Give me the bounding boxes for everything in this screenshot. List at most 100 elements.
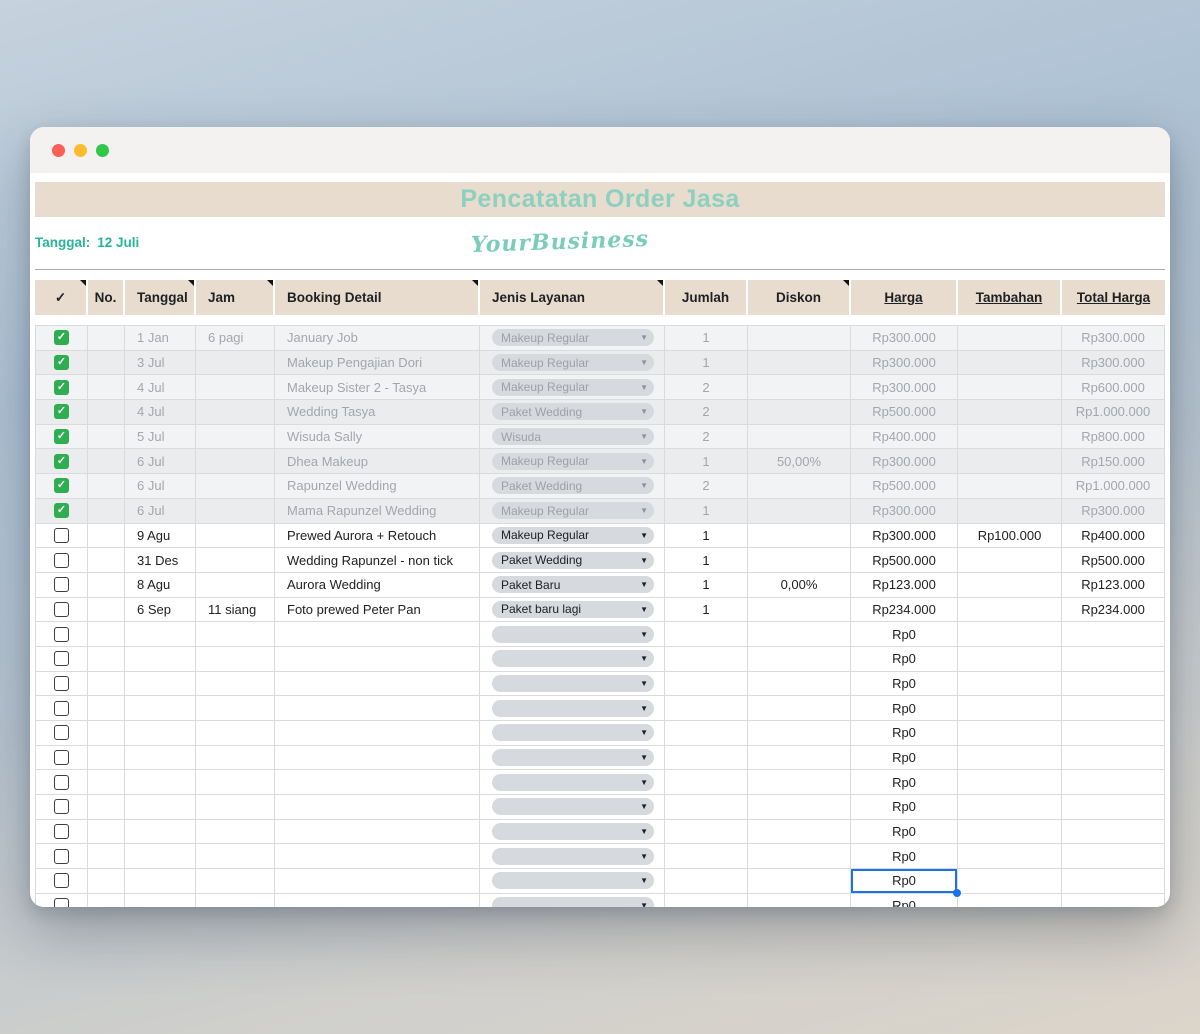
cell-jenis[interactable]: ▼ [480, 893, 665, 907]
cell-check[interactable]: ✓ [35, 424, 88, 449]
cell-diskon[interactable] [748, 498, 851, 523]
cell-check[interactable] [35, 893, 88, 907]
cell-booking[interactable] [275, 819, 480, 844]
cell-check[interactable]: ✓ [35, 326, 88, 350]
column-header-harga[interactable]: Harga [851, 280, 958, 315]
cell-total[interactable]: Rp123.000 [1062, 572, 1165, 597]
cell-check[interactable] [35, 622, 88, 646]
cell-total[interactable]: Rp300.000 [1062, 350, 1165, 375]
row-checkbox[interactable]: ✓ [54, 379, 69, 395]
cell-tanggal[interactable] [125, 770, 196, 795]
cell-check[interactable] [35, 523, 88, 548]
cell-total[interactable] [1062, 721, 1165, 745]
column-header-diskon[interactable]: Diskon [748, 280, 851, 315]
row-checkbox[interactable]: ✓ [54, 478, 69, 494]
cell-diskon[interactable] [748, 721, 851, 745]
cell-booking[interactable] [275, 721, 480, 745]
cell-tanggal[interactable]: 8 Agu [125, 572, 196, 597]
cell-tambahan[interactable] [958, 869, 1062, 893]
row-checkbox[interactable] [54, 700, 69, 716]
cell-check[interactable]: ✓ [35, 474, 88, 498]
cell-booking[interactable] [275, 844, 480, 869]
cell-no[interactable] [88, 869, 125, 893]
cell-jumlah[interactable] [665, 844, 748, 869]
cell-jenis[interactable]: ▼ [480, 721, 665, 745]
cell-harga[interactable]: Rp400.000 [851, 424, 958, 449]
row-checkbox[interactable] [54, 873, 69, 889]
cell-check[interactable] [35, 671, 88, 696]
cell-jam[interactable] [196, 498, 275, 523]
cell-harga[interactable]: Rp300.000 [851, 523, 958, 548]
cell-booking[interactable] [275, 622, 480, 646]
cell-booking[interactable]: Mama Rapunzel Wedding [275, 498, 480, 523]
cell-jam[interactable] [196, 745, 275, 770]
cell-tambahan[interactable] [958, 622, 1062, 646]
cell-booking[interactable]: Makeup Pengajian Dori [275, 350, 480, 375]
cell-jumlah[interactable] [665, 622, 748, 646]
cell-jam[interactable] [196, 622, 275, 646]
cell-check[interactable]: ✓ [35, 350, 88, 375]
cell-no[interactable] [88, 745, 125, 770]
cell-booking[interactable]: Foto prewed Peter Pan [275, 597, 480, 622]
row-checkbox[interactable] [54, 577, 69, 593]
cell-jenis[interactable]: ▼ [480, 819, 665, 844]
cell-tanggal[interactable]: 6 Sep [125, 597, 196, 622]
date-value[interactable]: 12 Juli [97, 235, 139, 250]
cell-tambahan[interactable] [958, 474, 1062, 498]
cell-booking[interactable] [275, 770, 480, 795]
cell-tanggal[interactable] [125, 671, 196, 696]
cell-harga[interactable]: Rp0 [851, 893, 958, 907]
row-checkbox[interactable] [54, 725, 69, 741]
cell-no[interactable] [88, 819, 125, 844]
cell-harga[interactable]: Rp500.000 [851, 400, 958, 424]
cell-check[interactable] [35, 597, 88, 622]
cell-harga[interactable]: Rp300.000 [851, 449, 958, 474]
row-checkbox[interactable] [54, 527, 69, 543]
row-checkbox[interactable] [54, 774, 69, 790]
cell-jam[interactable] [196, 375, 275, 400]
cell-jenis[interactable]: Paket baru lagi ▼ [480, 597, 665, 622]
service-dropdown[interactable]: Makeup Regular ▼ [492, 502, 654, 520]
service-dropdown[interactable]: Makeup Regular ▼ [492, 354, 654, 372]
cell-jenis[interactable]: Makeup Regular ▼ [480, 449, 665, 474]
cell-tanggal[interactable] [125, 745, 196, 770]
row-checkbox[interactable] [54, 848, 69, 864]
cell-tanggal[interactable] [125, 622, 196, 646]
cell-jam[interactable] [196, 795, 275, 819]
cell-total[interactable] [1062, 893, 1165, 907]
close-window-button[interactable] [52, 143, 65, 157]
zoom-window-button[interactable] [96, 143, 109, 157]
cell-booking[interactable] [275, 745, 480, 770]
cell-total[interactable] [1062, 770, 1165, 795]
cell-no[interactable] [88, 671, 125, 696]
row-checkbox[interactable] [54, 799, 69, 815]
cell-jumlah[interactable] [665, 721, 748, 745]
cell-total[interactable]: Rp600.000 [1062, 375, 1165, 400]
cell-total[interactable]: Rp800.000 [1062, 424, 1165, 449]
cell-diskon[interactable] [748, 696, 851, 720]
cell-jumlah[interactable]: 1 [665, 498, 748, 523]
cell-jumlah[interactable]: 1 [665, 350, 748, 375]
cell-jam[interactable] [196, 671, 275, 696]
cell-total[interactable] [1062, 671, 1165, 696]
cell-jam[interactable]: 6 pagi [196, 326, 275, 350]
cell-tanggal[interactable] [125, 646, 196, 671]
cell-harga[interactable]: Rp0 [851, 819, 958, 844]
service-dropdown[interactable]: Makeup Regular ▼ [492, 378, 654, 396]
cell-jenis[interactable]: Makeup Regular ▼ [480, 375, 665, 400]
cell-tambahan[interactable] [958, 721, 1062, 745]
cell-jam[interactable] [196, 572, 275, 597]
service-dropdown[interactable]: Makeup Regular ▼ [492, 452, 654, 470]
cell-check[interactable] [35, 770, 88, 795]
cell-harga[interactable]: Rp0 [851, 646, 958, 671]
cell-tambahan[interactable] [958, 572, 1062, 597]
service-dropdown[interactable]: ▼ [492, 773, 654, 791]
row-checkbox[interactable] [54, 750, 69, 766]
service-dropdown[interactable]: ▼ [492, 798, 654, 816]
cell-diskon[interactable] [748, 424, 851, 449]
row-checkbox[interactable]: ✓ [54, 355, 69, 371]
service-dropdown[interactable]: ▼ [492, 625, 654, 643]
cell-jenis[interactable]: ▼ [480, 646, 665, 671]
cell-total[interactable]: Rp400.000 [1062, 523, 1165, 548]
cell-booking[interactable]: Wisuda Sally [275, 424, 480, 449]
